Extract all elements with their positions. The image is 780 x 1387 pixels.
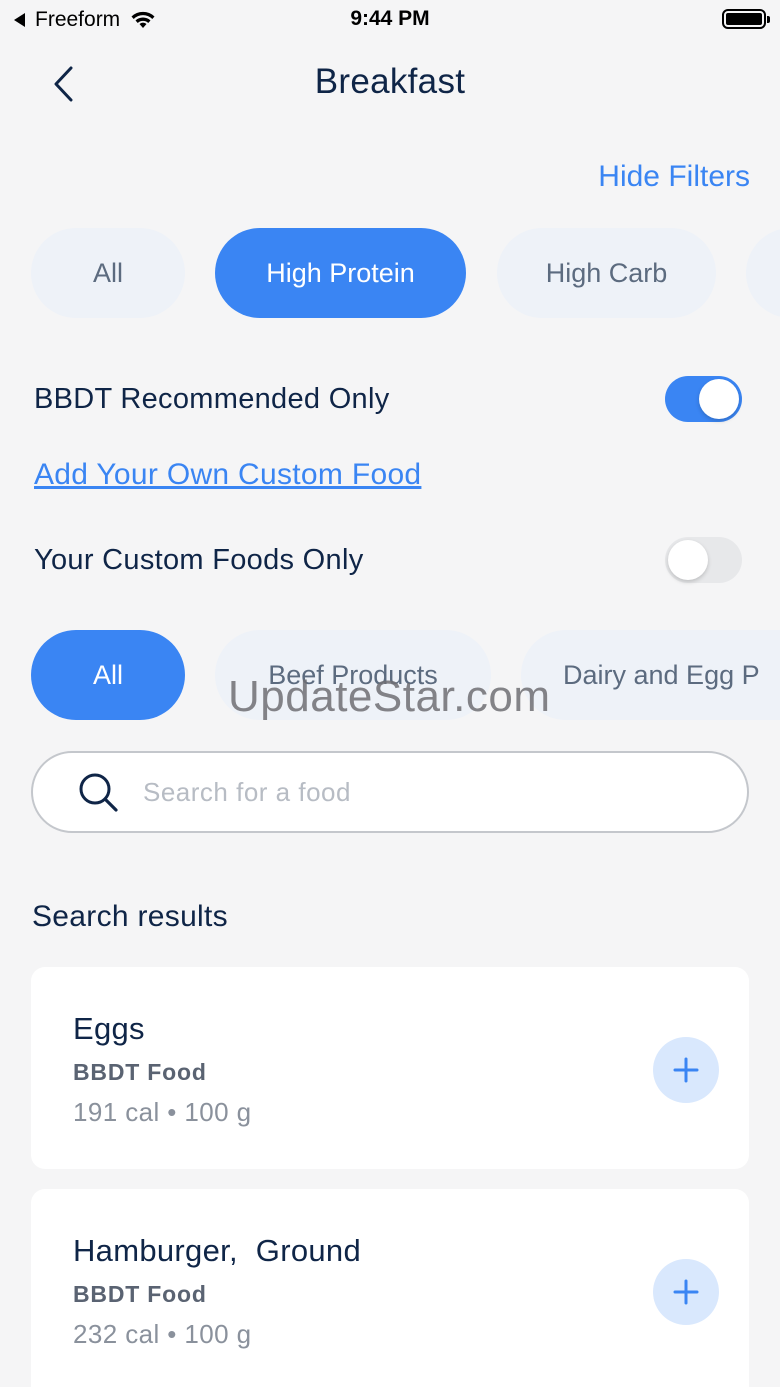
category-filter-beef-products[interactable]: Beef Products (215, 630, 491, 720)
food-result-card[interactable]: Eggs BBDT Food 191 cal • 100 g (31, 967, 749, 1169)
category-filter-dairy-and-egg[interactable]: Dairy and Egg P (521, 630, 780, 720)
add-food-button[interactable] (653, 1037, 719, 1103)
custom-only-toggle-label: Your Custom Foods Only (34, 543, 364, 576)
search-input[interactable] (143, 776, 683, 808)
macro-filter-row: All High Protein High Carb (0, 228, 780, 320)
recommended-toggle-label: BBDT Recommended Only (34, 382, 390, 415)
food-nutrition-meta: 232 cal • 100 g (73, 1319, 252, 1349)
macro-filter-high-protein[interactable]: High Protein (215, 228, 466, 318)
battery-icon (722, 9, 770, 29)
hide-filters-button[interactable]: Hide Filters (598, 160, 750, 194)
page-title: Breakfast (314, 62, 466, 101)
macro-filter-all[interactable]: All (31, 228, 185, 318)
food-name: Eggs (73, 1011, 145, 1046)
custom-only-toggle[interactable] (665, 537, 742, 583)
category-filter-all[interactable]: All (31, 630, 185, 720)
search-icon (79, 773, 118, 812)
food-name: Hamburger, Ground (73, 1233, 361, 1268)
add-custom-food-link[interactable]: Add Your Own Custom Food (34, 458, 421, 492)
add-food-button[interactable] (653, 1259, 719, 1325)
category-filter-row: All Beef Products Dairy and Egg P (0, 630, 780, 722)
food-source: BBDT Food (73, 1059, 207, 1085)
custom-only-toggle-row: Your Custom Foods Only (34, 536, 742, 584)
macro-filter-high-carb[interactable]: High Carb (497, 228, 716, 318)
recommended-toggle[interactable] (665, 376, 742, 422)
food-nutrition-meta: 191 cal • 100 g (73, 1097, 252, 1127)
plus-icon (673, 1057, 699, 1083)
status-time: 9:44 PM (350, 7, 430, 30)
food-result-card[interactable]: Hamburger, Ground BBDT Food 232 cal • 10… (31, 1189, 749, 1387)
search-box[interactable] (31, 751, 749, 833)
food-source: BBDT Food (73, 1281, 207, 1307)
search-results-title: Search results (32, 900, 228, 933)
recommended-toggle-row: BBDT Recommended Only (34, 375, 742, 423)
status-bar: Freeform 9:44 PM (0, 0, 780, 40)
plus-icon (673, 1279, 699, 1305)
macro-filter-more[interactable] (746, 228, 780, 318)
